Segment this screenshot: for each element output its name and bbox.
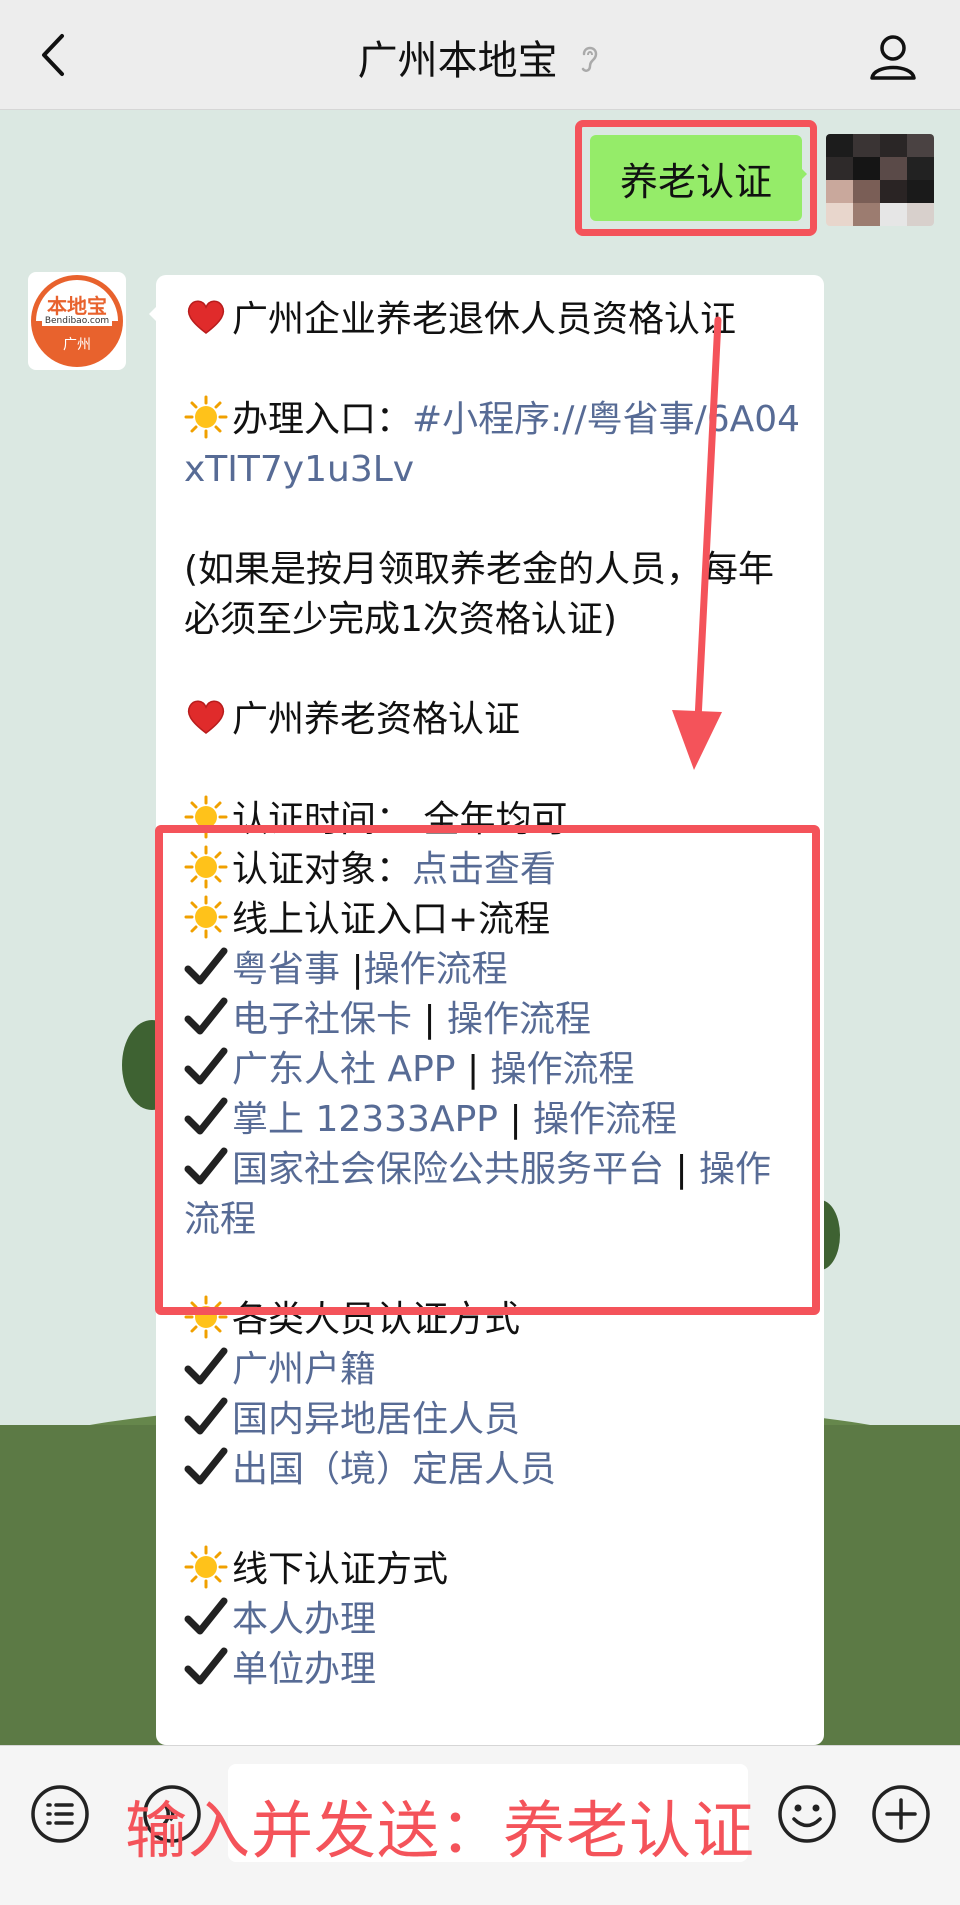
sun-icon xyxy=(184,1545,228,1589)
avatar-city-text: 广州 xyxy=(63,337,91,353)
avatar-site-text: Bendibao.com xyxy=(44,316,110,326)
offline-item-link[interactable]: 单位办理 xyxy=(232,1649,376,1690)
type-item: 出国（境）定居人员 xyxy=(184,1445,804,1495)
sent-message-text: 养老认证 xyxy=(619,159,772,204)
emoji-icon[interactable] xyxy=(775,1782,839,1846)
ear-icon xyxy=(578,40,602,86)
offline-label: 线下认证方式 xyxy=(232,1549,449,1590)
chat-title: 广州本地宝 xyxy=(357,38,558,84)
sun-icon xyxy=(184,395,228,439)
note-text: (如果是按月领取养老金的人员，每年必须至少完成1次资格认证) xyxy=(184,549,775,640)
list-menu-icon[interactable] xyxy=(28,1782,92,1846)
type-item-link[interactable]: 出国（境）定居人员 xyxy=(232,1449,556,1490)
check-icon xyxy=(184,1345,228,1389)
heart-icon xyxy=(184,695,228,739)
instruction-caption: 输入并发送：养老认证 xyxy=(125,1794,756,1867)
check-icon xyxy=(184,1595,228,1639)
chat-title-wrap: 广州本地宝 xyxy=(0,28,960,86)
avatar-brand-text: 本地宝 xyxy=(47,294,107,318)
navigation-bar: 广州本地宝 xyxy=(0,0,960,110)
offline-item: 单位办理 xyxy=(184,1645,804,1695)
section-title: 广州养老资格认证 xyxy=(232,699,521,740)
profile-icon[interactable] xyxy=(866,30,920,84)
type-item: 国内异地居住人员 xyxy=(184,1395,804,1445)
my-avatar[interactable] xyxy=(826,134,934,226)
type-item-link[interactable]: 国内异地居住人员 xyxy=(232,1399,520,1440)
online-section-highlight xyxy=(155,825,820,1315)
message-line: 线下认证方式 xyxy=(184,1545,804,1595)
check-icon xyxy=(184,1395,228,1439)
message-line: 广州企业养老退休人员资格认证 xyxy=(184,295,804,345)
heart-icon xyxy=(184,295,228,339)
bot-avatar[interactable]: 本地宝 Bendibao.com 广州 xyxy=(28,272,126,370)
type-item-link[interactable]: 广州户籍 xyxy=(232,1349,376,1390)
message-line: 办理入口：#小程序://粤省事/6A04xTIT7y1u3Lv xyxy=(184,395,804,495)
message-line: 广州养老资格认证 xyxy=(184,695,804,745)
entry-label: 办理入口： xyxy=(232,399,413,440)
offline-item: 本人办理 xyxy=(184,1595,804,1645)
sent-message-highlight: 养老认证 xyxy=(575,120,817,236)
section-title: 广州企业养老退休人员资格认证 xyxy=(232,299,737,340)
check-icon xyxy=(184,1645,228,1689)
plus-icon[interactable] xyxy=(869,1782,933,1846)
sent-message-bubble[interactable]: 养老认证 xyxy=(590,135,807,221)
check-icon xyxy=(184,1445,228,1489)
type-item: 广州户籍 xyxy=(184,1345,804,1395)
offline-item-link[interactable]: 本人办理 xyxy=(232,1599,376,1640)
